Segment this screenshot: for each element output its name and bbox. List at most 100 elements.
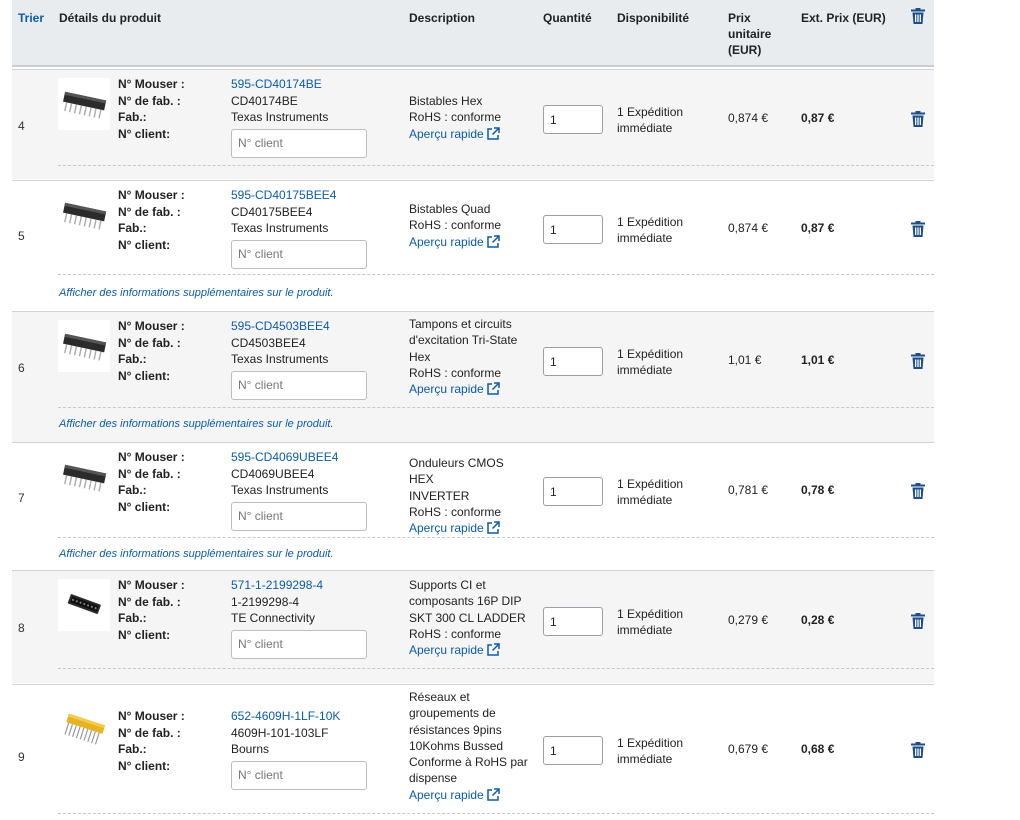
description-line: Bistables Quad [409, 202, 491, 216]
part-values: 595-CD40174BE CD40174BE Texas Instruments [231, 76, 367, 158]
product-image[interactable] [58, 579, 110, 631]
quick-view-link[interactable]: Aperçu rapide [409, 642, 531, 658]
extended-price: 0,68 € [801, 742, 835, 756]
delete-row-trash-icon[interactable] [911, 353, 925, 369]
product-image[interactable] [58, 703, 110, 755]
delete-row-trash-icon[interactable] [911, 742, 925, 758]
availability-line: immédiate [617, 752, 673, 766]
rohs-status: Conforme à RoHS par dispense [409, 755, 528, 786]
part-labels: N° Mouser : N° de fab. : Fab.: N° client: [118, 187, 185, 253]
client-number-input[interactable] [231, 370, 367, 400]
sort-column-header[interactable]: Trier [18, 10, 44, 26]
description-line: Bistables Hex [409, 94, 483, 108]
mouser-part-link[interactable]: 652-4609H-1LF-10K [231, 708, 367, 725]
quick-view-label[interactable]: Aperçu rapide [409, 788, 484, 802]
description-line: groupements de [409, 706, 496, 721]
mfr-part-number: CD4503BEE4 [231, 335, 306, 350]
delete-row-trash-icon[interactable] [911, 483, 925, 499]
quantity-column-header: Quantité [543, 11, 592, 25]
extended-price: 1,01 € [801, 353, 835, 367]
quick-view-label[interactable]: Aperçu rapide [409, 382, 484, 396]
mouser-label: N° Mouser : [118, 188, 185, 202]
product-image[interactable] [58, 189, 110, 241]
quantity-input[interactable] [543, 215, 603, 244]
client-label: N° client: [118, 368, 171, 383]
extended-price: 0,87 € [801, 111, 835, 125]
client-number-input[interactable] [231, 760, 367, 790]
delete-row-trash-icon[interactable] [911, 613, 925, 629]
quick-view-link[interactable]: Aperçu rapide [409, 234, 531, 250]
row-number: 5 [18, 229, 25, 243]
unit-price-column-header: Prix unitaire (EUR) [728, 11, 772, 57]
row-number: 7 [18, 491, 25, 505]
manufacturer: Texas Instruments [231, 110, 329, 124]
description-line: SKT 300 CL LADDER [409, 610, 526, 625]
availability-line: 1 Expédition [617, 105, 684, 119]
mouser-part-link[interactable]: 595-CD4503BEE4 [231, 318, 367, 335]
mouser-part-link[interactable]: 595-CD4069UBEE4 [231, 449, 367, 466]
product-image[interactable] [58, 78, 110, 130]
quick-view-label[interactable]: Aperçu rapide [409, 643, 484, 657]
client-label: N° client: [118, 237, 171, 252]
description-line: Tampons et circuits [409, 317, 512, 331]
quantity-input[interactable] [543, 736, 603, 765]
more-info-link[interactable]: Afficher des informations supplémentaire… [59, 418, 334, 430]
description-line: 10Kohms Bussed [409, 738, 504, 753]
quantity-input[interactable] [543, 477, 603, 506]
table-row: 4 N° Mouser : N° de fab. : Fab.: N° client: 5… [12, 69, 934, 179]
quick-view-link[interactable]: Aperçu rapide [409, 126, 531, 142]
quantity-input[interactable] [543, 347, 603, 376]
part-values: 571-1-2199298-4 1-2199298-4 TE Connectivit… [231, 577, 367, 659]
unit-price: 0,679 € [728, 742, 769, 756]
part-values: 595-CD40175BEE4 CD40175BEE4 Texas Instrume… [231, 187, 367, 269]
client-number-input[interactable] [231, 239, 367, 269]
description: Bistables Hex RoHS : conforme Aperçu rapid… [409, 93, 531, 142]
availability-line: immédiate [617, 623, 673, 637]
delete-all-trash-icon[interactable] [911, 8, 925, 28]
cart-table: Trier Détails du produit Description Qua… [12, 0, 934, 820]
description-line: composants 16P DIP [409, 594, 522, 609]
quick-view-label[interactable]: Aperçu rapide [409, 235, 484, 249]
client-number-input[interactable] [231, 128, 367, 158]
row-separator [58, 813, 934, 814]
availability: 1 Expédition immédiate [617, 104, 702, 136]
extended-price: 0,78 € [801, 483, 835, 497]
mouser-label: N° Mouser : [118, 450, 185, 464]
quick-view-link[interactable]: Aperçu rapide [409, 381, 531, 397]
client-number-input[interactable] [231, 629, 367, 659]
table-row: 6 N° Mouser : N° de fab. : Fab.: N° client: 5… [12, 311, 934, 442]
product-image[interactable] [58, 451, 110, 503]
mouser-part-link[interactable]: 595-CD40175BEE4 [231, 187, 367, 204]
client-number-input[interactable] [231, 501, 367, 531]
mfr-part-label: N° de fab. : [118, 594, 181, 609]
more-info-link[interactable]: Afficher des informations supplémentaire… [59, 287, 334, 299]
more-info-link[interactable]: Afficher des informations supplémentaire… [59, 548, 334, 560]
product-image[interactable] [58, 320, 110, 372]
quick-view-link[interactable]: Aperçu rapide [409, 520, 531, 536]
availability-line: 1 Expédition [617, 607, 684, 621]
row-separator [58, 165, 934, 166]
availability-column-header: Disponibilité [617, 11, 689, 25]
extended-price: 0,28 € [801, 613, 835, 627]
quick-view-label[interactable]: Aperçu rapide [409, 521, 484, 535]
quick-view-link[interactable]: Aperçu rapide [409, 787, 531, 803]
description-column-header: Description [409, 11, 476, 25]
table-row: 7 N° Mouser : N° de fab. : Fab.: N° client: 5… [12, 442, 934, 570]
availability-line: immédiate [617, 121, 673, 135]
availability: 1 Expédition immédiate [617, 735, 702, 767]
mfr-part-label: N° de fab. : [118, 725, 181, 740]
unit-price: 0,781 € [728, 483, 769, 497]
unit-price: 0,279 € [728, 613, 769, 627]
quantity-input[interactable] [543, 105, 603, 134]
mouser-label: N° Mouser : [118, 578, 185, 592]
delete-row-trash-icon[interactable] [911, 111, 925, 127]
mfr-label: Fab.: [118, 483, 147, 497]
unit-price: 1,01 € [728, 353, 762, 367]
mouser-part-link[interactable]: 595-CD40174BE [231, 76, 367, 93]
row-separator [58, 274, 934, 275]
mouser-part-link[interactable]: 571-1-2199298-4 [231, 577, 367, 594]
delete-row-trash-icon[interactable] [911, 221, 925, 237]
quick-view-label[interactable]: Aperçu rapide [409, 127, 484, 141]
description: Réseaux et groupements de résistances 9pin… [409, 689, 531, 803]
quantity-input[interactable] [543, 607, 603, 636]
